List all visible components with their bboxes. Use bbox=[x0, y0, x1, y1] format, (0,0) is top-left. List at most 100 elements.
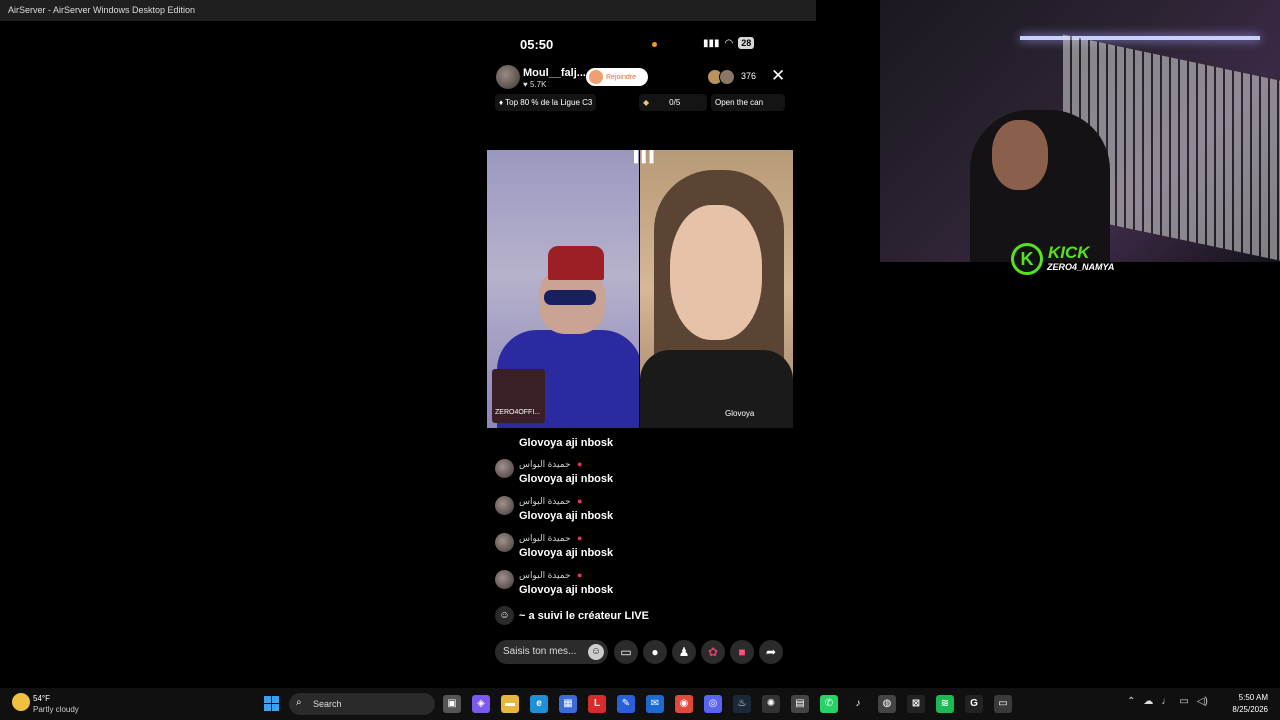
kick-logo-icon: K bbox=[1011, 243, 1043, 275]
microphone-icon[interactable]: ● bbox=[643, 640, 667, 664]
league-label: Top 80 % de la Ligue C3 bbox=[505, 98, 593, 107]
weather-description[interactable]: Partly cloudy bbox=[33, 705, 79, 714]
follow-notice: ☺ ~ a suivi le créateur LIVE bbox=[495, 606, 649, 625]
battery-icon: 28 bbox=[738, 37, 755, 49]
camera-off-icon[interactable]: ▭ bbox=[614, 640, 638, 664]
chat-message[interactable]: حميدة البواس ● Glovoya aji nbosk bbox=[495, 459, 715, 491]
chat-avatar[interactable] bbox=[495, 570, 514, 589]
host-video-panel[interactable]: ZERO4OFFI... bbox=[487, 150, 639, 428]
chat-username[interactable]: حميدة البواس bbox=[519, 570, 571, 581]
recording-dot-icon bbox=[652, 42, 657, 47]
file-explorer-icon[interactable]: ▬ bbox=[501, 695, 519, 713]
chat-text: Glovoya aji nbosk bbox=[519, 584, 614, 596]
viewer-avatars[interactable] bbox=[707, 69, 735, 85]
chat-message[interactable]: حميدة البواس ● Glovoya aji nbosk bbox=[495, 533, 715, 565]
chatgpt-icon[interactable]: ✺ bbox=[762, 695, 780, 713]
chat-username[interactable]: حميدة البواس bbox=[519, 459, 571, 470]
mic-tray-icon[interactable]: ♩ bbox=[1161, 696, 1171, 707]
phone-clock: 05:50 bbox=[520, 37, 554, 52]
host-likes-count: 5.7K bbox=[529, 80, 547, 89]
open-the-can-banner[interactable]: Open the can bbox=[711, 94, 785, 111]
guest-top bbox=[640, 350, 793, 428]
phone-status-icons: ▮▮▮ ◠ 28 bbox=[703, 37, 755, 49]
host-avatar[interactable] bbox=[496, 65, 520, 89]
chat-message[interactable]: حميدة البواس ● Glovoya aji nbosk bbox=[495, 570, 715, 602]
tiktok-icon[interactable]: ♪ bbox=[849, 695, 867, 713]
onedrive-icon[interactable]: ☁ bbox=[1143, 696, 1153, 707]
capcut-icon[interactable]: ⊠ bbox=[907, 695, 925, 713]
chat-text: Glovoya aji nbosk bbox=[519, 473, 614, 485]
airserver-active-icon[interactable]: ▭ bbox=[994, 695, 1012, 713]
window-title: AirServer - AirServer Windows Desktop Ed… bbox=[8, 5, 196, 15]
guests-icon[interactable]: ♟ bbox=[672, 640, 696, 664]
follow-notice-text: ~ a suivi le créateur LIVE bbox=[519, 609, 649, 622]
pen-app-icon[interactable]: ✎ bbox=[617, 695, 635, 713]
chat-message[interactable]: حميدة البواس ● Glovoya aji nbosk bbox=[495, 496, 715, 528]
viewer-count[interactable]: 376 bbox=[741, 71, 756, 81]
taskbar-clock-date[interactable]: 8/25/2026 bbox=[1223, 705, 1268, 714]
neon-light bbox=[1020, 36, 1260, 40]
chat-avatar[interactable] bbox=[495, 459, 514, 478]
guest-face bbox=[670, 205, 762, 340]
guest-thumbnail-label: ZERO4OFFI... bbox=[495, 409, 541, 416]
windows-start-icon[interactable] bbox=[264, 696, 279, 711]
chat-text: Glovoya aji nbosk bbox=[519, 547, 614, 559]
chrome-icon[interactable]: ◉ bbox=[675, 695, 693, 713]
taskbar-search[interactable]: Search bbox=[289, 693, 435, 715]
rose-gift-icon[interactable]: ✿ bbox=[701, 640, 725, 664]
outlook-icon[interactable]: ✉ bbox=[646, 695, 664, 713]
airserver-title-bar: AirServer - AirServer Windows Desktop Ed… bbox=[0, 0, 816, 21]
discord-icon[interactable]: ◎ bbox=[704, 695, 722, 713]
join-label: Rejoindre bbox=[606, 73, 636, 81]
goal-progress[interactable]: ◆ 0/5 bbox=[639, 94, 707, 111]
host-hat bbox=[548, 246, 604, 280]
airserver-icon[interactable]: ▤ bbox=[791, 695, 809, 713]
weather-icon[interactable] bbox=[12, 693, 30, 711]
lips-badge-icon: ● bbox=[577, 570, 583, 580]
display-icon[interactable]: ▭ bbox=[1179, 696, 1188, 707]
open-the-can-label: Open the can bbox=[715, 98, 764, 107]
join-button[interactable]: Rejoindre bbox=[586, 68, 648, 86]
taskbar-clock-time[interactable]: 5:50 AM bbox=[1232, 693, 1268, 702]
viewer-avatar bbox=[719, 69, 735, 85]
share-icon[interactable]: ➦ bbox=[759, 640, 783, 664]
wifi-icon: ◠ bbox=[724, 37, 734, 49]
user-follow-icon: ☺ bbox=[495, 606, 514, 625]
kick-username: ZERO4_NAMYA bbox=[1047, 262, 1115, 272]
guest-video-panel[interactable]: Glovoya bbox=[640, 150, 793, 428]
steam-icon[interactable]: ♨ bbox=[733, 695, 751, 713]
app-l-icon[interactable]: L bbox=[588, 695, 606, 713]
search-icon: ⌕ bbox=[296, 697, 302, 708]
league-badge[interactable]: ♦ Top 80 % de la Ligue C3 bbox=[495, 94, 597, 111]
taskbar-apps: ▣ ◈ ▬ e ▦ L ✎ ✉ ◉ ◎ ♨ ✺ ▤ ✆ ♪ ◍ ⊠ ≋ G ▭ bbox=[443, 695, 1012, 713]
chat-username[interactable]: حميدة البواس bbox=[519, 533, 571, 544]
chat-partial-message: Glovoya aji nbosk bbox=[519, 437, 614, 449]
desktop-screen: AirServer - AirServer Windows Desktop Ed… bbox=[0, 0, 1280, 720]
chat-avatar[interactable] bbox=[495, 533, 514, 552]
kick-brand: KICK bbox=[1048, 243, 1090, 262]
chat-username[interactable]: حميدة البواس bbox=[519, 496, 571, 507]
app-g-icon[interactable]: G bbox=[965, 695, 983, 713]
store-icon[interactable]: ▦ bbox=[559, 695, 577, 713]
gift-goal-icon: ◆ bbox=[643, 98, 650, 107]
chat-avatar[interactable] bbox=[495, 496, 514, 515]
host-name[interactable]: Moul__falj... bbox=[523, 67, 586, 79]
gift-icon[interactable]: ■ bbox=[730, 640, 754, 664]
copilot-icon[interactable]: ◈ bbox=[472, 695, 490, 713]
task-view-icon[interactable]: ▣ bbox=[443, 695, 461, 713]
live-action-bar: ▭ ● ♟ ✿ ■ ➦ bbox=[614, 640, 783, 664]
host-likes: ♥ 5.7K bbox=[523, 80, 547, 89]
volume-icon[interactable]: ◁) bbox=[1197, 696, 1208, 707]
guest-name: Glovoya bbox=[725, 409, 755, 418]
spotify-icon[interactable]: ≋ bbox=[936, 695, 954, 713]
chevron-up-icon[interactable]: ⌃ bbox=[1127, 696, 1135, 707]
edge-icon[interactable]: e bbox=[530, 695, 548, 713]
weather-temperature[interactable]: 54°F bbox=[33, 694, 50, 703]
host-sunglasses bbox=[544, 290, 596, 305]
streamer-webcam bbox=[880, 0, 1280, 262]
whatsapp-icon[interactable]: ✆ bbox=[820, 695, 838, 713]
obs-icon[interactable]: ◍ bbox=[878, 695, 896, 713]
signal-icon: ▮▮▮ bbox=[703, 37, 720, 49]
emoji-icon[interactable]: ☺ bbox=[588, 644, 604, 660]
close-icon[interactable]: ✕ bbox=[771, 66, 785, 86]
